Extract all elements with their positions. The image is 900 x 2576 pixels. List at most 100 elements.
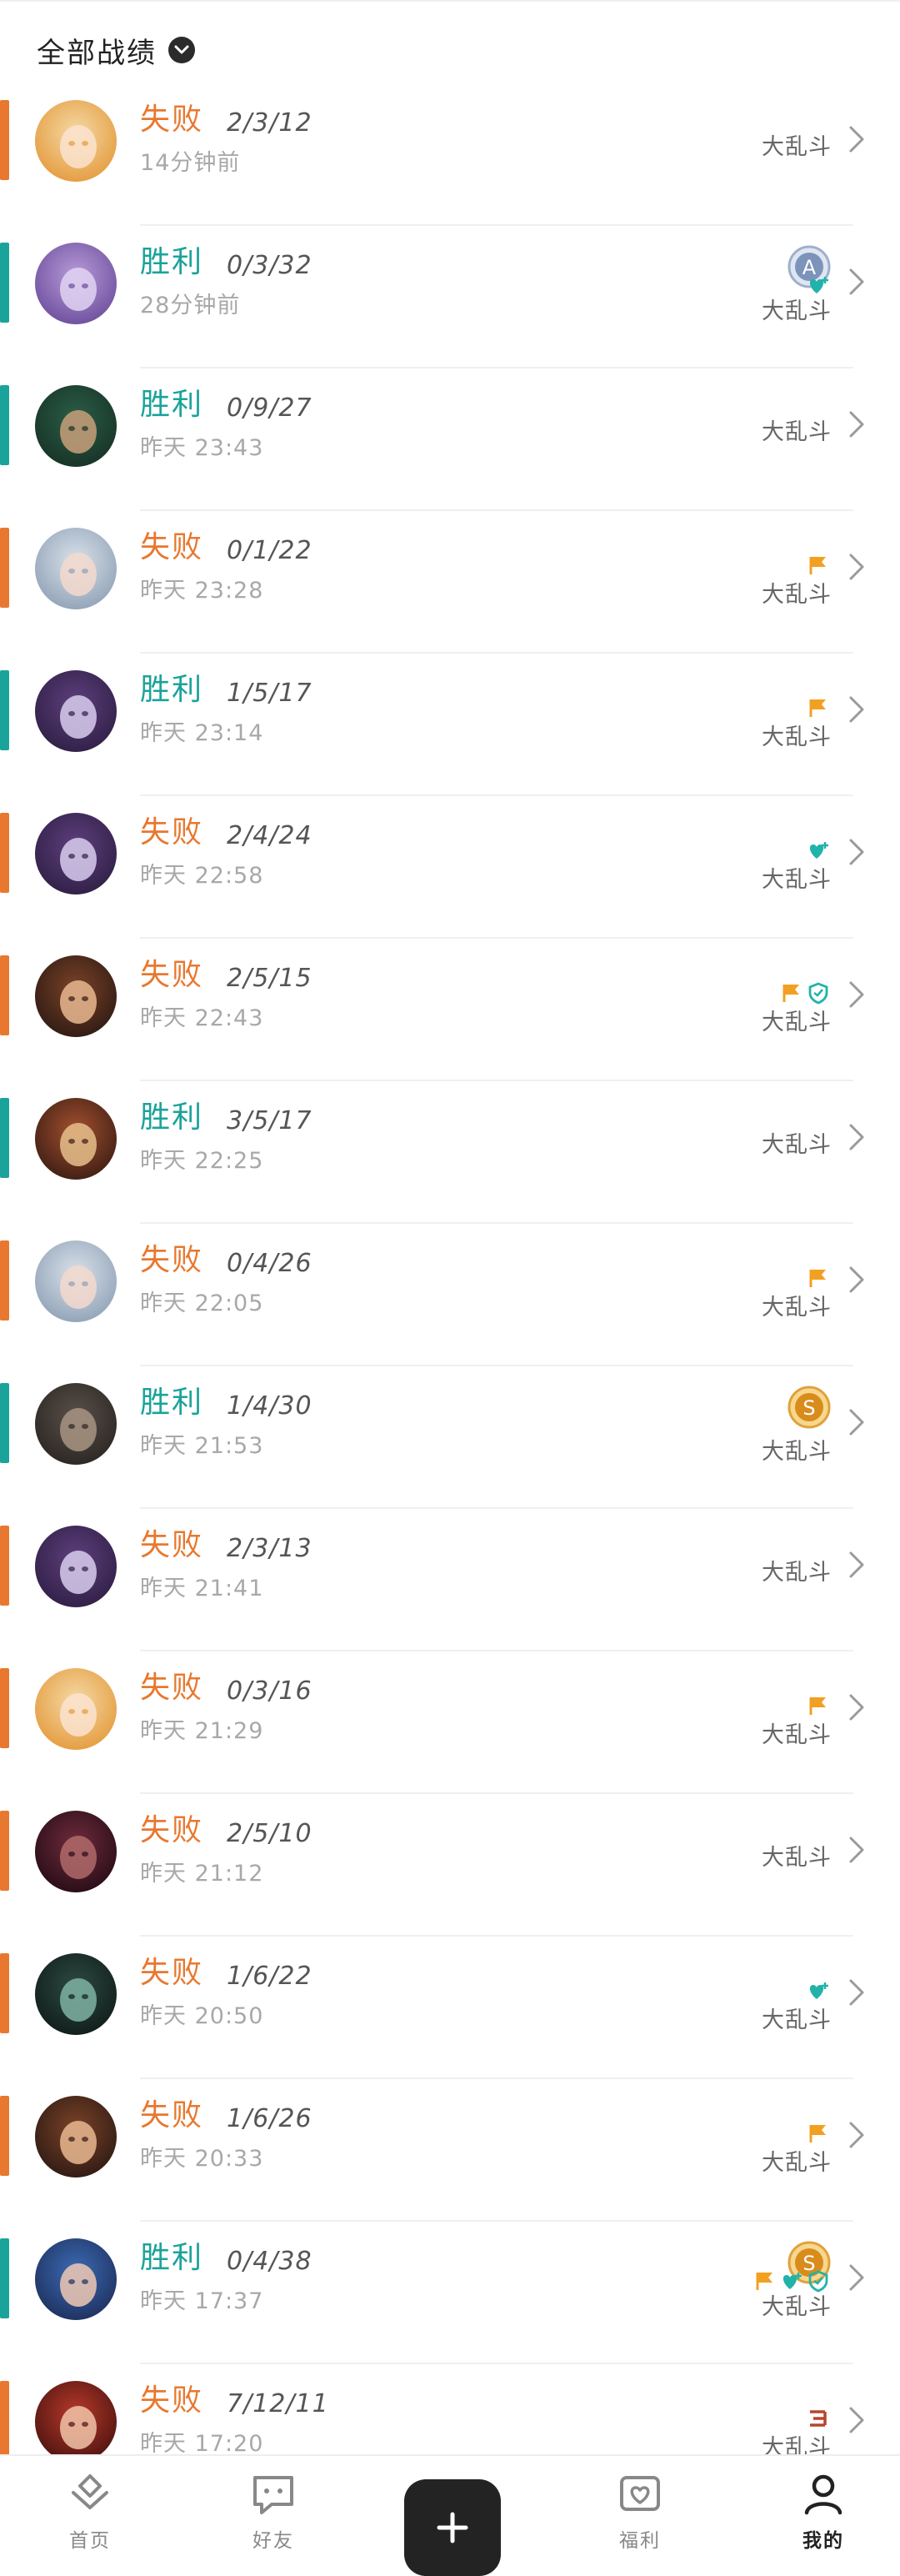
game-mode: 大乱斗 <box>762 1132 832 1158</box>
match-row[interactable]: 失败 2/4/24 昨天 22:58 大乱斗 <box>0 796 900 939</box>
flag-icon <box>756 2273 772 2290</box>
shield-icon <box>808 982 828 1005</box>
heart-plus-icon <box>782 2273 802 2289</box>
tab-home[interactable]: 首页 <box>40 2468 140 2568</box>
match-row[interactable]: 失败 2/5/10 昨天 21:12 大乱斗 <box>0 1794 900 1937</box>
match-history-list: 失败 2/3/12 14分钟前 大乱斗 胜利 0/3/32 28分钟前 A 大乱… <box>0 83 900 2507</box>
purple-champion-portrait <box>35 243 117 324</box>
chevron-right-icon <box>849 126 864 153</box>
game-mode: 大乱斗 <box>762 2150 832 2176</box>
chevron-right-icon <box>849 2264 864 2291</box>
kda: 0/4/38 <box>227 2247 312 2276</box>
plus-icon <box>437 2512 468 2543</box>
red-hair-champion-portrait <box>35 2381 117 2463</box>
hooded-champion-portrait <box>35 1383 117 1465</box>
match-time: 28分钟前 <box>140 293 241 318</box>
gift-heart-icon <box>620 2476 660 2511</box>
result-indicator-bar <box>0 955 9 1035</box>
match-time: 昨天 22:25 <box>140 1148 264 1174</box>
chevron-right-icon <box>849 1837 864 1863</box>
match-time: 昨天 21:53 <box>140 1433 264 1459</box>
kda: 0/1/22 <box>227 536 312 565</box>
match-result: 失败 <box>140 958 204 992</box>
kda: 1/4/30 <box>227 1391 312 1421</box>
chat-bubble-icon <box>253 2476 293 2514</box>
game-mode: 大乱斗 <box>762 1010 832 1035</box>
kda: 2/3/13 <box>227 1534 312 1563</box>
tab-welfare[interactable]: 福利 <box>590 2468 690 2568</box>
game-mode: 大乱斗 <box>762 2007 832 2033</box>
match-time: 昨天 21:41 <box>140 1576 264 1601</box>
top-divider <box>0 0 900 2</box>
kda: 2/5/10 <box>227 1819 312 1848</box>
result-indicator-bar <box>0 100 9 180</box>
match-row[interactable]: 胜利 1/5/17 昨天 23:14 大乱斗 <box>0 654 900 796</box>
match-badges <box>807 1265 830 1291</box>
match-row[interactable]: 失败 0/3/16 昨天 21:29 大乱斗 <box>0 1651 900 1794</box>
green-champion-portrait <box>35 385 117 467</box>
kda: 2/3/12 <box>227 108 312 138</box>
game-mode: 大乱斗 <box>762 1560 832 1586</box>
heart-plus-icon <box>809 842 828 859</box>
match-row[interactable]: 失败 2/5/15 昨天 22:43 大乱斗 <box>0 939 900 1081</box>
chevron-right-icon <box>849 696 864 723</box>
game-mode: 大乱斗 <box>762 1295 832 1321</box>
kda: 3/5/17 <box>227 1106 312 1135</box>
match-result: 失败 <box>140 1243 204 1277</box>
match-result: 失败 <box>140 530 204 564</box>
match-row[interactable]: 胜利 1/4/30 昨天 21:53 S 大乱斗 <box>0 1366 900 1509</box>
masked-champion-portrait <box>35 1953 117 2035</box>
match-badges <box>780 980 830 1005</box>
kda: 1/5/17 <box>227 679 312 708</box>
white-hair-champion-portrait <box>35 1240 117 1322</box>
match-row[interactable]: 失败 1/6/26 昨天 20:33 大乱斗 <box>0 2079 900 2222</box>
chevron-right-icon <box>849 411 864 438</box>
game-mode: 大乱斗 <box>762 134 832 160</box>
match-time: 昨天 23:28 <box>140 578 264 604</box>
result-indicator-bar <box>0 2238 9 2318</box>
flag-icon <box>782 985 799 1002</box>
result-indicator-bar <box>0 1811 9 1891</box>
heart-plus-icon <box>809 1982 828 1999</box>
blue-hair-champion-portrait <box>35 2238 117 2320</box>
kda: 0/3/16 <box>227 1676 312 1706</box>
svg-text:S: S <box>802 1396 815 1420</box>
flag-icon <box>809 2125 826 2142</box>
heart-plus-icon <box>809 277 828 293</box>
match-badges <box>807 1978 830 2003</box>
match-row[interactable]: 胜利 3/5/17 昨天 22:25 大乱斗 <box>0 1081 900 1224</box>
chevron-right-icon <box>849 1551 864 1578</box>
filter-label: 全部战绩 <box>37 36 157 70</box>
match-row[interactable]: 失败 0/1/22 昨天 23:28 大乱斗 <box>0 511 900 654</box>
yuumi-portrait <box>35 813 117 895</box>
kda: 7/12/11 <box>227 2389 329 2418</box>
match-badges <box>807 2121 830 2146</box>
match-badges <box>807 838 830 863</box>
match-result: 胜利 <box>140 388 204 422</box>
match-badges <box>753 2268 830 2293</box>
chevron-right-icon <box>849 1266 864 1293</box>
game-mode: 大乱斗 <box>762 2294 832 2320</box>
match-row[interactable]: 失败 1/6/22 昨天 20:50 大乱斗 <box>0 1937 900 2079</box>
match-badges <box>807 695 830 720</box>
kda: 0/4/26 <box>227 1249 312 1278</box>
match-row[interactable]: 胜利 0/4/38 昨天 17:37 S 大乱斗 <box>0 2222 900 2364</box>
match-result: 胜利 <box>140 673 204 707</box>
user-icon <box>804 2474 842 2515</box>
match-row[interactable]: 失败 2/3/13 昨天 21:41 大乱斗 <box>0 1509 900 1651</box>
match-filter-dropdown[interactable]: 全部战绩 <box>37 28 195 72</box>
match-row[interactable]: 胜利 0/3/32 28分钟前 A 大乱斗 <box>0 226 900 368</box>
brunette-champion-portrait <box>35 2096 117 2178</box>
match-time: 昨天 20:33 <box>140 2146 264 2172</box>
match-row[interactable]: 失败 2/3/12 14分钟前 大乱斗 <box>0 83 900 226</box>
match-row[interactable]: 胜利 0/9/27 昨天 23:43 大乱斗 <box>0 368 900 511</box>
game-mode: 大乱斗 <box>762 582 832 608</box>
tab-friends[interactable]: 好友 <box>223 2468 323 2568</box>
match-result: 胜利 <box>140 1100 204 1135</box>
game-mode: 大乱斗 <box>762 1845 832 1871</box>
add-button[interactable] <box>404 2479 501 2576</box>
tab-me[interactable]: 我的 <box>773 2468 873 2568</box>
match-result: 胜利 <box>140 2241 204 2275</box>
blonde-champion-portrait <box>35 100 117 182</box>
match-row[interactable]: 失败 0/4/26 昨天 22:05 大乱斗 <box>0 1224 900 1366</box>
